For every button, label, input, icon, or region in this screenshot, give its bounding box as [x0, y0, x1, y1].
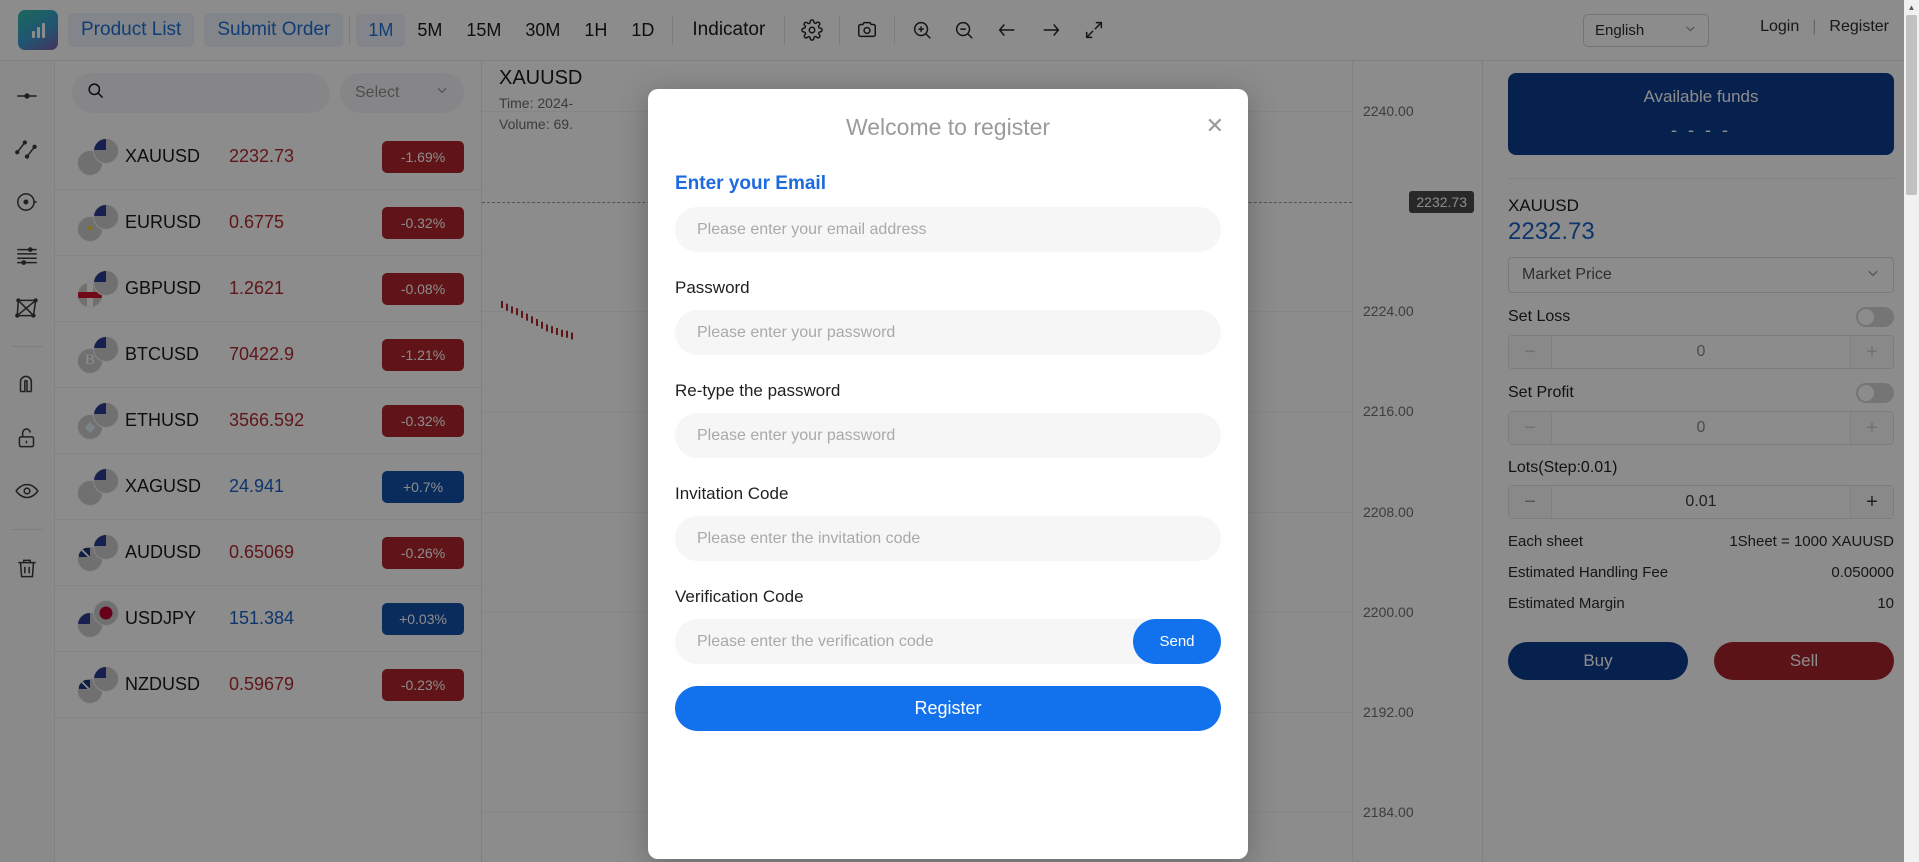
email-label: Enter your Email [675, 173, 826, 194]
application-root: Product List Submit Order 1M 5M 15M 30M … [0, 0, 1919, 862]
scrollbar-thumb[interactable] [1906, 15, 1917, 195]
password-input[interactable]: Please enter your password [675, 310, 1221, 355]
register-submit-button[interactable]: Register [675, 686, 1221, 731]
verification-code-placeholder: Please enter the verification code [697, 632, 934, 650]
invitation-code-input[interactable]: Please enter the invitation code [675, 516, 1221, 561]
confirm-password-input[interactable]: Please enter your password [675, 413, 1221, 458]
confirm-password-label: Re-type the password [675, 381, 841, 400]
close-icon[interactable]: ✕ [1206, 115, 1224, 137]
window-scrollbar[interactable]: ▲ [1904, 0, 1919, 862]
scroll-up-arrow-icon[interactable]: ▲ [1904, 0, 1919, 15]
register-modal: Welcome to register ✕ Enter your Email Pl… [648, 89, 1248, 859]
modal-field-list: Enter your Email Please enter your email … [675, 173, 1221, 561]
invitation-code-label: Invitation Code [675, 484, 789, 503]
verification-code-input[interactable]: Please enter the verification code Send [675, 619, 1221, 664]
password-label: Password [675, 278, 750, 297]
send-code-button[interactable]: Send [1133, 619, 1221, 664]
email-input[interactable]: Please enter your email address [675, 207, 1221, 252]
modal-title: Welcome to register [845, 114, 1051, 140]
verification-code-label: Verification Code [675, 587, 804, 606]
